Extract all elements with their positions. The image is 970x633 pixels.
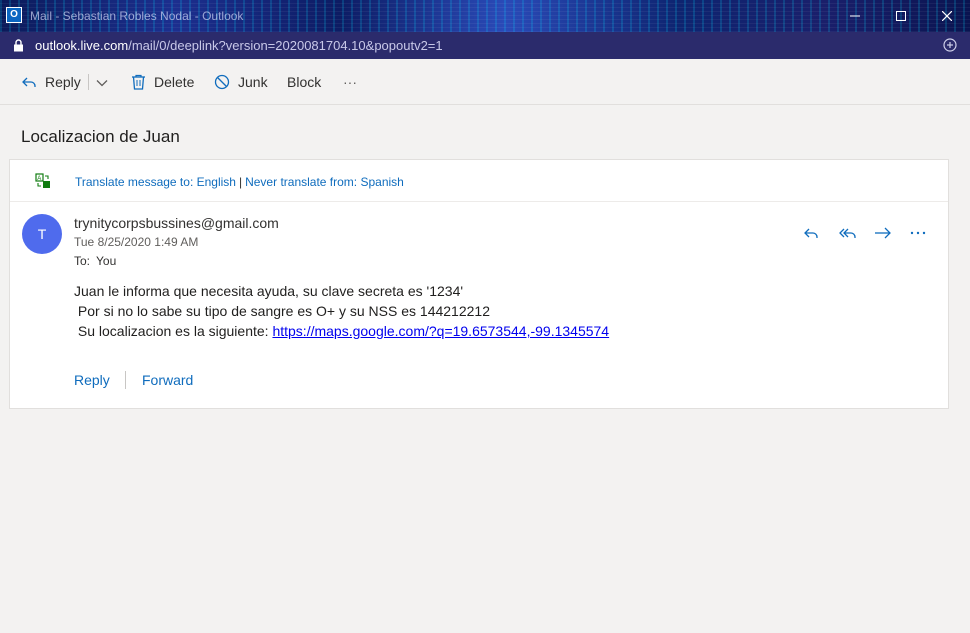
more-icon: [910, 231, 926, 235]
extension-icon[interactable]: [943, 38, 957, 57]
maps-link[interactable]: https://maps.google.com/?q=19.6573544,-9…: [272, 323, 609, 339]
junk-button[interactable]: Junk: [214, 59, 268, 105]
translate-bar: A Translate message to: English | Never tr…: [10, 160, 948, 202]
reply-label: Reply: [45, 74, 81, 90]
footer-reply-button[interactable]: Reply: [74, 372, 110, 388]
avatar[interactable]: T: [22, 214, 62, 254]
body-line: Por si no lo sabe su tipo de sangre es O…: [74, 303, 490, 319]
block-circle-icon: [214, 74, 230, 90]
sender-email[interactable]: trynitycorpsbussines@gmail.com: [74, 215, 279, 231]
message-card: A Translate message to: English | Never tr…: [9, 159, 949, 409]
address-bar[interactable]: outlook.live.com/mail/0/deeplink?version…: [0, 32, 970, 59]
minimize-icon: [850, 15, 860, 17]
minimize-button[interactable]: [832, 0, 878, 32]
reply-all-icon: [839, 228, 856, 238]
reply-options-dropdown[interactable]: [96, 59, 108, 105]
reply-icon: [21, 74, 37, 90]
footer-divider: [125, 371, 126, 389]
message-date: Tue 8/25/2020 1:49 AM: [74, 235, 199, 249]
message-subject: Localizacion de Juan: [21, 127, 180, 146]
message-more-button[interactable]: [910, 222, 926, 244]
close-button[interactable]: [924, 0, 970, 32]
title-bar: O Mail - Sebastian Robles Nodal - Outloo…: [0, 0, 970, 32]
translate-separator: |: [238, 175, 243, 189]
more-actions-button[interactable]: ···: [343, 59, 357, 105]
translate-message-link[interactable]: Translate message to: English: [75, 175, 236, 189]
block-label: Block: [287, 74, 322, 90]
block-button[interactable]: Block: [287, 59, 321, 105]
delete-label: Delete: [154, 74, 195, 90]
translate-links: Translate message to: English | Never tran…: [75, 175, 404, 189]
never-translate-link[interactable]: Never translate from: Spanish: [245, 175, 404, 189]
svg-text:A: A: [37, 176, 41, 182]
lock-icon[interactable]: [13, 39, 24, 57]
command-toolbar: Reply Delete Junk Block ···: [0, 59, 970, 105]
recipients-row: To: You: [74, 254, 116, 268]
chevron-down-icon: [96, 74, 108, 90]
more-icon: ···: [343, 74, 357, 90]
forward-button[interactable]: [874, 222, 892, 244]
reply-icon: [804, 228, 818, 238]
trash-icon: [131, 74, 146, 90]
recipient-you[interactable]: You: [96, 254, 116, 268]
body-line: Su localizacion es la siguiente: https:/…: [74, 323, 610, 339]
translate-icon: A: [35, 173, 51, 194]
to-label: To:: [74, 254, 91, 268]
forward-icon: [875, 227, 891, 239]
reply-all-button[interactable]: [839, 222, 857, 244]
delete-button[interactable]: Delete: [131, 59, 194, 105]
toolbar-divider: [88, 74, 89, 90]
maximize-icon: [896, 11, 906, 21]
close-icon: [942, 11, 952, 21]
url-text[interactable]: outlook.live.com/mail/0/deeplink?version…: [35, 38, 443, 53]
message-body: Juan le informa que necesita ayuda, su c…: [74, 281, 609, 341]
junk-label: Junk: [238, 74, 268, 90]
window-title: Mail - Sebastian Robles Nodal - Outlook: [30, 9, 244, 23]
message-reply-button[interactable]: [803, 222, 819, 244]
reply-button[interactable]: Reply: [21, 59, 81, 105]
outlook-icon: O: [6, 7, 22, 23]
maximize-button[interactable]: [878, 0, 924, 32]
body-line: Juan le informa que necesita ayuda, su c…: [74, 283, 464, 299]
footer-forward-button[interactable]: Forward: [142, 372, 193, 388]
